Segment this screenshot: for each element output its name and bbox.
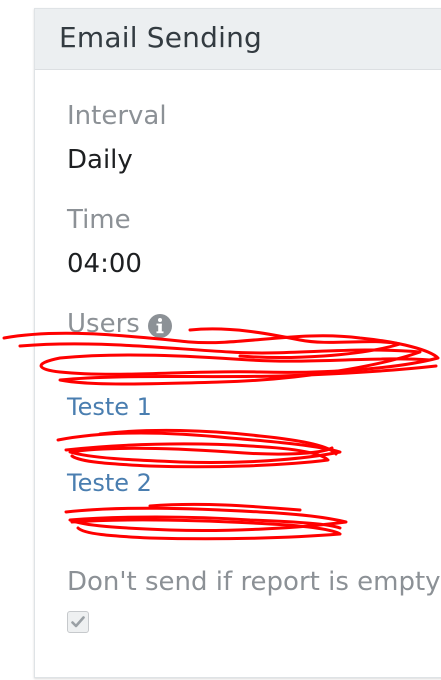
time-value: 04:00 bbox=[67, 249, 142, 279]
interval-label: Interval bbox=[67, 101, 167, 131]
time-label: Time bbox=[67, 205, 131, 235]
users-label: Users bbox=[67, 309, 140, 339]
panel-header: Email Sending bbox=[35, 9, 441, 70]
user-link-teste-1[interactable]: Teste 1 bbox=[67, 393, 152, 421]
interval-value: Daily bbox=[67, 145, 133, 175]
info-circle-icon[interactable] bbox=[147, 313, 173, 339]
panel-title: Email Sending bbox=[59, 21, 263, 54]
email-sending-panel: Email Sending Interval Daily Time 04:00 … bbox=[34, 8, 441, 678]
empty-report-checkbox[interactable] bbox=[67, 611, 89, 633]
user-link-teste-2[interactable]: Teste 2 bbox=[67, 469, 152, 497]
checkmark-icon bbox=[71, 616, 85, 628]
empty-report-label: Don't send if report is empty bbox=[67, 567, 441, 597]
